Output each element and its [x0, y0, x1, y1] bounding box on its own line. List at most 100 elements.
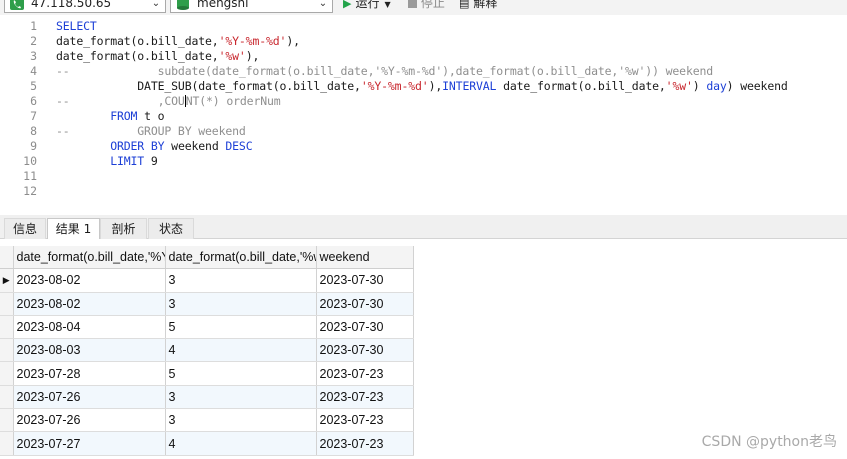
table-cell[interactable]: 2023-07-28: [13, 361, 166, 386]
watermark: CSDN @python老鸟: [701, 434, 837, 450]
sql-keyword: SELECT: [56, 19, 97, 33]
table-cell[interactable]: 2023-07-23: [316, 385, 414, 410]
code-line-5: DATE_SUB(date_format(o.bill_date,'%Y-%m-…: [56, 79, 788, 94]
stop-button[interactable]: 停止: [408, 0, 445, 13]
code-text: date_format(o.bill_date,: [56, 49, 219, 63]
play-icon: ▶: [343, 0, 352, 10]
result-grid[interactable]: date_format(o.bill_date,'%Y-%m-%d') date…: [0, 246, 414, 456]
run-button[interactable]: ▶ 运行 ▼: [343, 0, 391, 13]
code-line-4: -- subdate(date_format(o.bill_date,'%Y-%…: [56, 64, 713, 79]
tab-status[interactable]: 状态: [148, 218, 194, 239]
line-number: 8: [30, 124, 37, 138]
database-select[interactable]: mengshi ⌄: [170, 0, 333, 13]
current-row-arrow-icon: ▶: [2, 275, 10, 286]
table-cell[interactable]: 2023-07-30: [316, 292, 414, 316]
sql-string: '%w': [665, 79, 693, 93]
sql-keyword: FROM: [110, 109, 138, 123]
database-value: mengshi: [197, 0, 249, 10]
table-cell[interactable]: 2023-08-02: [13, 268, 166, 293]
table-row[interactable]: 2023-08-04 5 2023-07-30: [0, 315, 414, 340]
table-cell[interactable]: 3: [165, 268, 317, 293]
table-row[interactable]: 2023-07-27 4 2023-07-23: [0, 431, 414, 456]
row-header[interactable]: [0, 292, 14, 316]
column-header[interactable]: date_format(o.bill_date,'%w'): [165, 246, 317, 270]
sql-string: '%w': [218, 49, 246, 63]
database-icon: [177, 0, 189, 10]
row-header[interactable]: [0, 338, 14, 363]
row-header[interactable]: [0, 361, 14, 386]
table-row[interactable]: 2023-08-03 4 2023-07-30: [0, 338, 414, 363]
row-header[interactable]: [0, 408, 14, 433]
table-row[interactable]: 2023-07-26 3 2023-07-23: [0, 385, 414, 410]
table-cell[interactable]: 2023-08-02: [13, 292, 166, 316]
row-header[interactable]: ▶: [0, 268, 14, 293]
line-number: 2: [30, 34, 37, 48]
code-line-9: ORDER BY weekend DESC: [56, 139, 252, 154]
code-line-10: LIMIT 9: [56, 154, 158, 169]
stop-label: 停止: [420, 0, 445, 10]
code-text: ) weekend: [726, 79, 788, 93]
row-header-corner: [0, 246, 14, 270]
tab-label: 剖析: [111, 222, 136, 236]
code-line-1: SELECT: [56, 19, 97, 34]
code-text: t o: [137, 109, 165, 123]
code-text: ),: [286, 34, 300, 48]
row-header[interactable]: [0, 315, 14, 340]
line-number: 3: [30, 49, 37, 63]
table-cell[interactable]: 2023-07-30: [316, 268, 414, 293]
table-cell[interactable]: 3: [165, 408, 317, 433]
tab-label: 结果 1: [55, 222, 92, 236]
dropdown-arrow-icon[interactable]: ▼: [384, 0, 390, 9]
code-line-3: date_format(o.bill_date,'%w'),: [56, 49, 259, 64]
row-header[interactable]: [0, 431, 14, 456]
table-cell[interactable]: 4: [165, 338, 317, 363]
explain-label: 解释: [473, 0, 498, 10]
table-cell[interactable]: 2023-07-23: [316, 431, 414, 456]
table-cell[interactable]: 2023-07-30: [316, 315, 414, 340]
code-text: ),: [245, 49, 260, 63]
table-row[interactable]: ▶ 2023-08-02 3 2023-07-30: [0, 268, 414, 293]
explain-button[interactable]: ▤ 解释: [459, 0, 497, 13]
sql-editor[interactable]: 1 2 3 4 5 6 7 8 9 10 11 12 SELECT date_f…: [0, 15, 847, 215]
line-number: 10: [23, 154, 37, 168]
table-row[interactable]: 2023-08-02 3 2023-07-30: [0, 292, 414, 316]
table-cell[interactable]: 2023-08-04: [13, 315, 166, 340]
tab-result-1[interactable]: 结果 1: [47, 218, 100, 239]
table-cell[interactable]: 5: [165, 361, 317, 386]
sql-keyword: day: [706, 79, 727, 93]
table-row[interactable]: 2023-07-28 5 2023-07-23: [0, 361, 414, 386]
tab-profile[interactable]: 剖析: [100, 218, 147, 239]
sql-comment: -- subdate(date_format(o.bill_date,'%Y-%…: [56, 64, 714, 78]
line-number: 11: [23, 169, 37, 183]
table-cell[interactable]: 2023-07-30: [316, 338, 414, 363]
sql-keyword: DESC: [225, 139, 253, 153]
line-number: 4: [30, 64, 37, 78]
table-cell[interactable]: 2023-08-03: [13, 338, 166, 363]
table-cell[interactable]: 2023-07-26: [13, 385, 166, 410]
code-text: ): [692, 79, 707, 93]
explain-icon: ▤: [459, 0, 470, 10]
code-text: date_format(o.bill_date,: [56, 34, 219, 48]
table-row[interactable]: 2023-07-26 3 2023-07-23: [0, 408, 414, 433]
tab-info[interactable]: 信息: [4, 218, 46, 239]
column-header[interactable]: weekend: [316, 246, 414, 270]
table-cell[interactable]: 2023-07-23: [316, 361, 414, 386]
column-header[interactable]: date_format(o.bill_date,'%Y-%m-%d'): [13, 246, 166, 270]
toolbar: 47.118.50.65 ⌄ mengshi ⌄ ▶ 运行 ▼ 停止 ▤ 解释: [0, 0, 847, 15]
table-cell[interactable]: 4: [165, 431, 317, 456]
line-number-gutter: 1 2 3 4 5 6 7 8 9 10 11 12: [0, 15, 42, 215]
stop-icon: [408, 0, 417, 8]
result-tabs: 信息 结果 1 剖析 状态: [0, 215, 847, 239]
table-cell[interactable]: 3: [165, 292, 317, 316]
row-header[interactable]: [0, 385, 14, 410]
sql-keyword: LIMIT: [110, 154, 145, 168]
connection-select[interactable]: 47.118.50.65 ⌄: [4, 0, 166, 13]
line-number: 9: [30, 139, 37, 153]
table-cell[interactable]: 2023-07-26: [13, 408, 166, 433]
table-cell[interactable]: 5: [165, 315, 317, 340]
table-cell[interactable]: 2023-07-23: [316, 408, 414, 433]
table-cell[interactable]: 2023-07-27: [13, 431, 166, 456]
code-line-6: -- ,COUNT(*) orderNum: [56, 94, 281, 109]
table-cell[interactable]: 3: [165, 385, 317, 410]
header-row: date_format(o.bill_date,'%Y-%m-%d') date…: [0, 246, 414, 270]
